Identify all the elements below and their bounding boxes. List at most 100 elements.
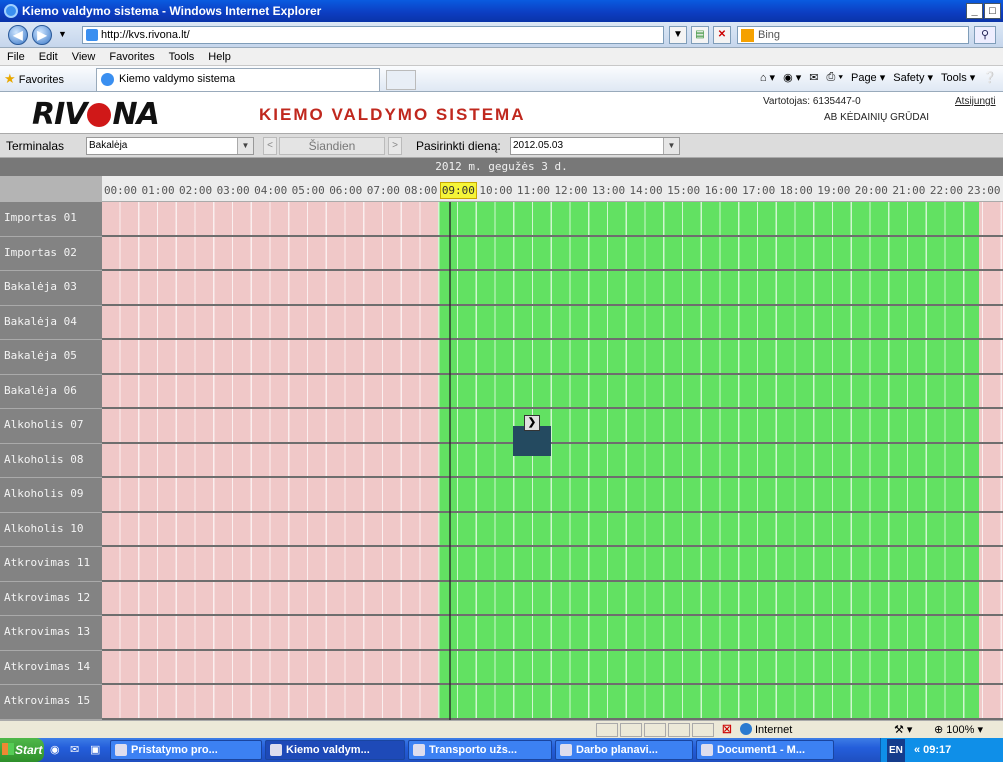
time-slots[interactable] xyxy=(102,512,1003,548)
search-input[interactable]: Bing xyxy=(737,26,969,44)
page-menu[interactable]: Page ▾ xyxy=(851,71,885,84)
menu-tools[interactable]: Tools xyxy=(162,51,202,63)
dock-row: Bakalėja 05 xyxy=(0,340,1003,375)
compatibility-icon[interactable]: ▤ xyxy=(691,26,709,44)
minimize-button[interactable]: _ xyxy=(966,3,983,19)
time-slots[interactable] xyxy=(102,650,1003,686)
print-icon[interactable]: ⎙ ▾ xyxy=(827,71,843,84)
time-slots[interactable] xyxy=(102,340,1003,375)
security-zone: Internet xyxy=(740,723,792,736)
zoom-level[interactable]: ⊕ 100% ▾ xyxy=(934,723,983,736)
menu-favorites[interactable]: Favorites xyxy=(102,51,161,63)
dock-row: Alkoholis 09 xyxy=(0,478,1003,513)
time-slots[interactable] xyxy=(102,547,1003,582)
current-time-line xyxy=(449,202,451,720)
address-input[interactable]: http://kvs.rivona.lt/ xyxy=(82,26,664,44)
next-day-button[interactable]: > xyxy=(388,137,402,155)
time-slots[interactable] xyxy=(102,685,1003,720)
stop-button[interactable]: ✕ xyxy=(713,26,731,44)
blocked-icon[interactable]: ☒ xyxy=(722,723,732,736)
dock-row: Importas 01 xyxy=(0,202,1003,237)
browser-tab[interactable]: Kiemo valdymo sistema xyxy=(96,68,380,91)
time-slots[interactable] xyxy=(102,305,1003,341)
safety-menu[interactable]: Safety ▾ xyxy=(893,71,933,84)
forward-button[interactable]: ▶ xyxy=(32,25,52,45)
dock-label: Alkoholis 07 xyxy=(0,409,102,444)
chevron-down-icon: ▼ xyxy=(663,138,679,154)
maximize-button[interactable]: □ xyxy=(984,3,1001,19)
schedule-toolbar: Terminalas Bakalėja ▼ < Šiandien > Pasir… xyxy=(0,134,1003,158)
date-heading: 2012 m. gegužės 3 d. xyxy=(0,158,1003,176)
dock-label: Atkrovimas 14 xyxy=(0,650,102,686)
task-icon xyxy=(413,744,425,756)
menu-help[interactable]: Help xyxy=(201,51,238,63)
time-slots[interactable] xyxy=(102,202,1003,237)
dock-row: Importas 02 xyxy=(0,236,1003,272)
dock-label: Importas 02 xyxy=(0,236,102,272)
dock-row: Alkoholis 08 xyxy=(0,443,1003,479)
window-title: Kiemo valdymo sistema - Windows Internet… xyxy=(22,4,322,18)
time-slots[interactable] xyxy=(102,581,1003,617)
today-button[interactable]: Šiandien xyxy=(279,137,385,155)
hour-label: 08:00 xyxy=(404,184,438,197)
hour-label: 03:00 xyxy=(216,184,250,197)
protected-mode-icon[interactable]: ⚒ ▾ xyxy=(894,723,912,736)
hour-label: 22:00 xyxy=(929,184,963,197)
favorites-button[interactable]: ★ Favorites xyxy=(4,71,64,87)
menu-view[interactable]: View xyxy=(65,51,103,63)
task-pristatymo[interactable]: Pristatymo pro... xyxy=(110,740,262,760)
new-tab-button[interactable] xyxy=(386,70,416,90)
hour-label: 09:00 xyxy=(439,182,477,199)
quicklaunch-outlook-icon[interactable]: ✉ xyxy=(70,743,79,756)
ie-tab-icon xyxy=(101,73,114,86)
app-title: KIEMO VALDYMO SISTEMA xyxy=(259,105,526,124)
start-button[interactable]: Start xyxy=(0,738,44,762)
tools-menu[interactable]: Tools ▾ xyxy=(941,71,975,84)
time-slots[interactable] xyxy=(102,374,1003,410)
zoom-icon: ⊕ xyxy=(934,724,944,736)
chevron-down-icon: ▼ xyxy=(237,138,253,154)
dock-row: Atkrovimas 11 xyxy=(0,547,1003,582)
time-slots[interactable] xyxy=(102,478,1003,513)
dock-label: Bakalėja 03 xyxy=(0,271,102,306)
logout-link[interactable]: Atsijungti xyxy=(955,96,996,107)
search-go-button[interactable]: ⚲ xyxy=(974,26,996,44)
pick-day-label: Pasirinkti dieną: xyxy=(416,139,501,153)
tray-icons[interactable]: « xyxy=(914,744,920,756)
menu-file[interactable]: File xyxy=(0,51,32,63)
time-slots[interactable] xyxy=(102,409,1003,444)
back-button[interactable]: ◀ xyxy=(8,25,28,45)
terminal-select[interactable]: Bakalėja ▼ xyxy=(86,137,254,155)
hour-label: 11:00 xyxy=(516,184,551,197)
task-darbo-planavimas[interactable]: Darbo planavi... xyxy=(555,740,693,760)
time-slots[interactable] xyxy=(102,271,1003,306)
page-icon xyxy=(86,29,98,41)
hour-label: 13:00 xyxy=(591,184,626,197)
booking-open-button[interactable]: ❯ xyxy=(524,415,540,431)
hour-label: 00:00 xyxy=(103,184,138,197)
address-dropdown-button[interactable]: ▼ xyxy=(669,26,687,44)
window-titlebar: Kiemo valdymo sistema - Windows Internet… xyxy=(0,0,1003,22)
history-dropdown-icon[interactable]: ▼ xyxy=(58,29,67,39)
help-icon[interactable]: ❔ xyxy=(983,71,997,84)
task-transporto[interactable]: Transporto užs... xyxy=(408,740,552,760)
home-icon[interactable]: ⌂ ▾ xyxy=(760,71,775,84)
menu-edit[interactable]: Edit xyxy=(32,51,65,63)
hour-label: 14:00 xyxy=(629,184,663,197)
task-kiemo-valdymo[interactable]: Kiemo valdym... xyxy=(265,740,405,760)
hour-label: 12:00 xyxy=(554,184,588,197)
dock-row: Atkrovimas 14 xyxy=(0,650,1003,686)
previous-day-button[interactable]: < xyxy=(263,137,277,155)
feeds-icon[interactable]: ◉ ▾ xyxy=(783,71,801,84)
quicklaunch-ie-icon[interactable]: ◉ xyxy=(50,743,60,756)
company-name: AB KĖDAINIŲ GRŪDAI xyxy=(824,112,930,123)
date-select[interactable]: 2012.05.03 ▼ xyxy=(510,137,680,155)
task-icon xyxy=(701,744,713,756)
time-slots[interactable] xyxy=(102,616,1003,651)
time-slots[interactable] xyxy=(102,443,1003,479)
task-document1[interactable]: Document1 - M... xyxy=(696,740,834,760)
quicklaunch-desktop-icon[interactable]: ▣ xyxy=(90,743,100,756)
mail-icon[interactable]: ✉ xyxy=(809,71,818,84)
language-indicator[interactable]: EN xyxy=(887,739,905,762)
time-slots[interactable] xyxy=(102,236,1003,272)
